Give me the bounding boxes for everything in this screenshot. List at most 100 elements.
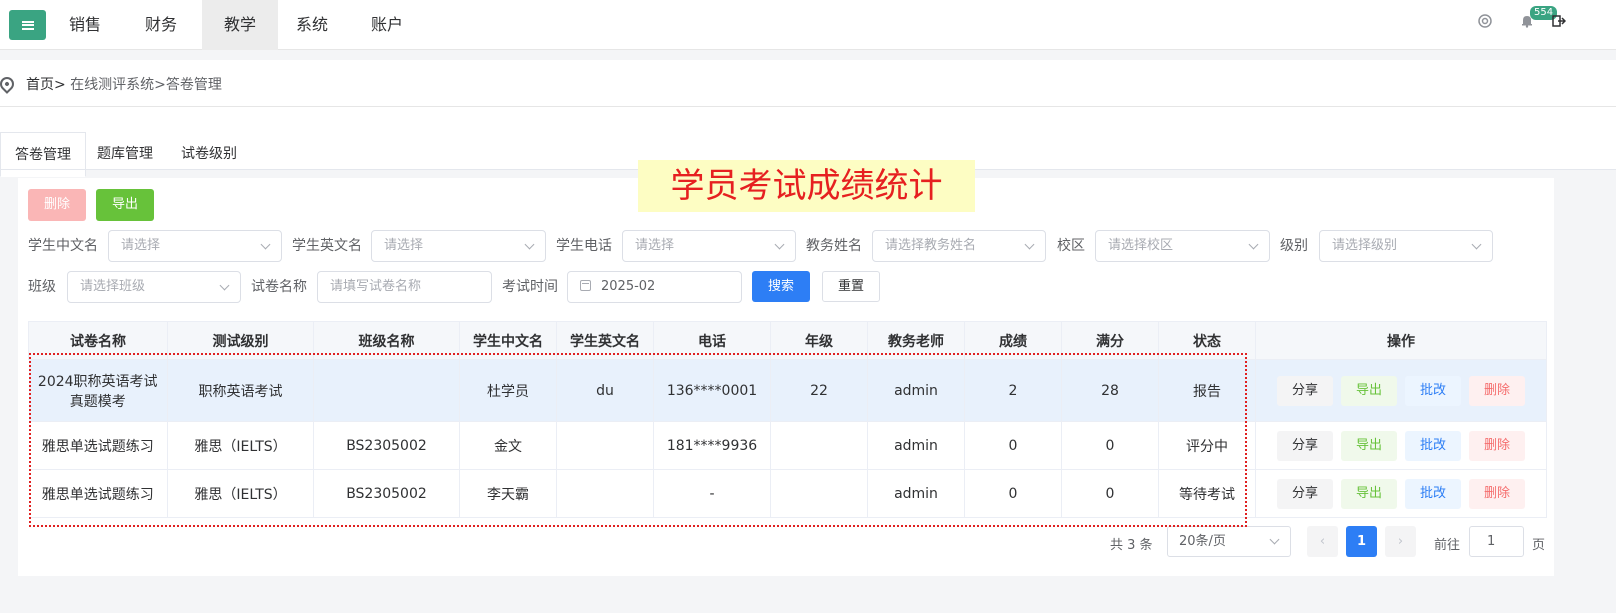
support-icon[interactable] bbox=[1476, 14, 1494, 32]
class-select[interactable]: 请选择班级 bbox=[67, 271, 241, 303]
col-header-teacher: 教务老师 bbox=[867, 321, 965, 360]
cn-name-select[interactable]: 请选择 bbox=[108, 230, 282, 262]
class-placeholder: 请选择班级 bbox=[80, 279, 146, 294]
table-row[interactable]: 2024职称英语考试 真题模考 职称英语考试 杜学员 du 136****0001… bbox=[28, 359, 1547, 422]
page-size-value: 20条/页 bbox=[1179, 534, 1226, 549]
cell-grade: 22 bbox=[770, 359, 868, 422]
cell-phone: 136****0001 bbox=[653, 359, 771, 422]
filter-label-phone: 学生电话 bbox=[556, 238, 612, 254]
share-button[interactable]: 分享 bbox=[1277, 375, 1333, 406]
paper-name-placeholder: 请填写试卷名称 bbox=[330, 279, 422, 294]
location-pin-icon bbox=[0, 74, 17, 94]
chevron-right-icon: › bbox=[1397, 534, 1404, 549]
col-header-en-name: 学生英文名 bbox=[556, 321, 654, 360]
filter-label-cn-name: 学生中文名 bbox=[28, 238, 98, 254]
col-header-status: 状态 bbox=[1158, 321, 1256, 360]
teacher-placeholder: 请选择教务姓名 bbox=[885, 238, 977, 253]
cell-cn-name: 金文 bbox=[459, 421, 557, 470]
nav-item-sales[interactable]: 销售 bbox=[47, 0, 123, 50]
logout-icon[interactable] bbox=[1550, 14, 1568, 32]
answer-sheet-table: 试卷名称 测试级别 班级名称 学生中文名 学生英文名 电话 年级 教务老师 成绩… bbox=[28, 321, 1547, 518]
cell-ops: 分享 导出 批改 删除 bbox=[1255, 421, 1547, 470]
teacher-select[interactable]: 请选择教务姓名 bbox=[872, 230, 1046, 262]
en-name-select[interactable]: 请选择 bbox=[371, 230, 546, 262]
col-header-ops: 操作 bbox=[1255, 321, 1547, 360]
col-header-full: 满分 bbox=[1061, 321, 1159, 360]
filter-label-time: 考试时间 bbox=[502, 279, 558, 295]
chevron-down-icon bbox=[1024, 239, 1035, 250]
page-number-current[interactable]: 1 bbox=[1346, 526, 1377, 557]
menu-toggle-button[interactable] bbox=[9, 10, 46, 40]
grade-button[interactable]: 批改 bbox=[1405, 478, 1461, 509]
phone-placeholder: 请选择 bbox=[635, 238, 675, 253]
cell-grade bbox=[770, 469, 868, 518]
bulk-delete-button[interactable]: 删除 bbox=[28, 189, 86, 221]
hamburger-icon bbox=[21, 20, 34, 30]
cell-level: 雅思（IELTS） bbox=[167, 421, 314, 470]
cell-paper: 雅思单选试题练习 bbox=[28, 469, 168, 518]
breadcrumb-home[interactable]: 首页> bbox=[26, 77, 66, 93]
level-placeholder: 请选择级别 bbox=[1332, 238, 1398, 253]
nav-item-teaching[interactable]: 教学 bbox=[202, 0, 278, 50]
cell-score: 0 bbox=[964, 469, 1062, 518]
chevron-down-icon bbox=[1248, 239, 1259, 250]
page-size-select[interactable]: 20条/页 bbox=[1167, 526, 1291, 557]
table-row[interactable]: 雅思单选试题练习 雅思（IELTS） BS2305002 金文 181****9… bbox=[28, 421, 1547, 470]
cell-class: BS2305002 bbox=[313, 421, 460, 470]
cell-status: 等待考试 bbox=[1158, 469, 1256, 518]
calendar-icon bbox=[580, 280, 591, 291]
goto-page-input[interactable]: 1 bbox=[1469, 526, 1524, 557]
cell-ops: 分享 导出 批改 删除 bbox=[1255, 359, 1547, 422]
table-header-row: 试卷名称 测试级别 班级名称 学生中文名 学生英文名 电话 年级 教务老师 成绩… bbox=[28, 321, 1547, 360]
tab-question-bank[interactable]: 题库管理 bbox=[83, 132, 167, 177]
cell-level: 职称英语考试 bbox=[167, 359, 314, 422]
exam-month-picker[interactable]: 2025-02 bbox=[567, 271, 742, 303]
search-button[interactable]: 搜索 bbox=[752, 271, 810, 302]
nav-item-account[interactable]: 账户 bbox=[349, 0, 425, 50]
paper-name-input[interactable]: 请填写试卷名称 bbox=[317, 271, 492, 303]
cell-class bbox=[313, 359, 460, 422]
breadcrumb-path: 在线测评系统>答卷管理 bbox=[65, 77, 222, 93]
cell-class: BS2305002 bbox=[313, 469, 460, 518]
cell-en-name bbox=[556, 421, 654, 470]
row-delete-button[interactable]: 删除 bbox=[1469, 478, 1525, 509]
reset-button[interactable]: 重置 bbox=[822, 271, 880, 302]
cell-en-name: du bbox=[556, 359, 654, 422]
top-navbar: 销售 财务 教学 系统 账户 554 bbox=[0, 0, 1616, 50]
filter-label-paper: 试卷名称 bbox=[251, 279, 307, 295]
col-header-cn-name: 学生中文名 bbox=[459, 321, 557, 360]
nav-item-system[interactable]: 系统 bbox=[274, 0, 350, 50]
col-header-paper: 试卷名称 bbox=[28, 321, 168, 360]
en-name-placeholder: 请选择 bbox=[384, 238, 424, 253]
nav-item-finance[interactable]: 财务 bbox=[123, 0, 199, 50]
col-header-level: 测试级别 bbox=[167, 321, 314, 360]
goto-unit: 页 bbox=[1532, 538, 1546, 553]
campus-select[interactable]: 请选择校区 bbox=[1095, 230, 1270, 262]
filter-label-level: 级别 bbox=[1280, 238, 1308, 254]
export-button[interactable]: 导出 bbox=[96, 189, 154, 221]
cell-status: 评分中 bbox=[1158, 421, 1256, 470]
row-delete-button[interactable]: 删除 bbox=[1469, 375, 1525, 406]
row-delete-button[interactable]: 删除 bbox=[1469, 430, 1525, 461]
row-export-button[interactable]: 导出 bbox=[1341, 375, 1397, 406]
next-page-button[interactable]: › bbox=[1385, 526, 1416, 557]
cell-paper: 雅思单选试题练习 bbox=[28, 421, 168, 470]
col-header-grade: 年级 bbox=[770, 321, 868, 360]
grade-button[interactable]: 批改 bbox=[1405, 375, 1461, 406]
tab-answer-management[interactable]: 答卷管理 bbox=[0, 132, 86, 177]
chevron-down-icon bbox=[219, 280, 230, 291]
tab-paper-level[interactable]: 试卷级别 bbox=[167, 132, 251, 177]
phone-select[interactable]: 请选择 bbox=[622, 230, 796, 262]
share-button[interactable]: 分享 bbox=[1277, 430, 1333, 461]
level-select[interactable]: 请选择级别 bbox=[1319, 230, 1493, 262]
col-header-score: 成绩 bbox=[964, 321, 1062, 360]
cell-ops: 分享 导出 批改 删除 bbox=[1255, 469, 1547, 518]
cell-level: 雅思（IELTS） bbox=[167, 469, 314, 518]
cell-teacher: admin bbox=[867, 469, 965, 518]
row-export-button[interactable]: 导出 bbox=[1341, 430, 1397, 461]
share-button[interactable]: 分享 bbox=[1277, 478, 1333, 509]
row-export-button[interactable]: 导出 bbox=[1341, 478, 1397, 509]
prev-page-button[interactable]: ‹ bbox=[1307, 526, 1338, 557]
table-row[interactable]: 雅思单选试题练习 雅思（IELTS） BS2305002 李天霸 - admin… bbox=[28, 469, 1547, 518]
grade-button[interactable]: 批改 bbox=[1405, 430, 1461, 461]
